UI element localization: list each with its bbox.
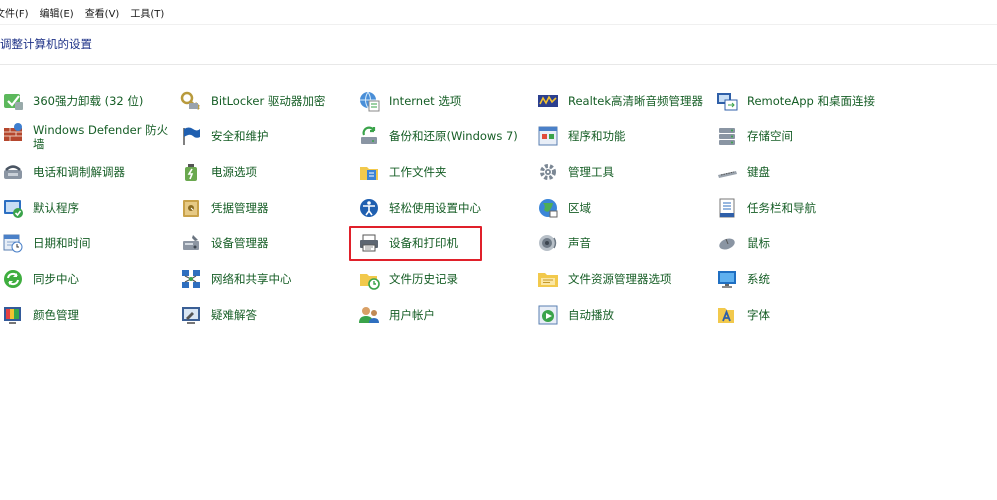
device-manager-icon bbox=[180, 232, 202, 254]
item-phone-modem[interactable]: 电话和调制解调器 bbox=[2, 161, 125, 183]
item-fonts[interactable]: 字体 bbox=[716, 304, 770, 326]
calendar-clock-icon bbox=[2, 232, 24, 254]
item-date-time[interactable]: 日期和时间 bbox=[2, 232, 91, 254]
item-ease-of-access[interactable]: 轻松使用设置中心 bbox=[358, 197, 481, 219]
color-management-icon bbox=[2, 304, 24, 326]
default-programs-icon bbox=[2, 197, 24, 219]
item-work-folders[interactable]: 工作文件夹 bbox=[358, 161, 447, 183]
item-firewall[interactable]: Windows Defender 防火墙 bbox=[2, 122, 173, 151]
troubleshoot-icon bbox=[180, 304, 202, 326]
item-power-options[interactable]: 电源选项 bbox=[180, 161, 257, 183]
firewall-icon bbox=[2, 122, 24, 144]
keyboard-icon bbox=[716, 161, 738, 183]
item-autoplay[interactable]: 自动播放 bbox=[537, 304, 614, 326]
realtek-audio-icon bbox=[537, 90, 559, 112]
item-internet-options[interactable]: Internet 选项 bbox=[358, 90, 461, 112]
sync-icon bbox=[2, 268, 24, 290]
uninstall-icon bbox=[2, 90, 24, 112]
admin-tools-icon bbox=[537, 161, 559, 183]
storage-spaces-icon bbox=[716, 125, 738, 147]
item-color-management[interactable]: 颜色管理 bbox=[2, 304, 79, 326]
folder-options-icon bbox=[537, 268, 559, 290]
remoteapp-icon bbox=[716, 90, 738, 112]
item-admin-tools[interactable]: 管理工具 bbox=[537, 161, 614, 183]
item-network-sharing[interactable]: 网络和共享中心 bbox=[180, 268, 292, 290]
control-panel-grid: 360强力卸载 (32 位) Windows Defender 防火墙 电话和调… bbox=[0, 0, 997, 500]
item-taskbar-navigation[interactable]: 任务栏和导航 bbox=[716, 197, 816, 219]
region-globe-icon bbox=[537, 197, 559, 219]
credential-vault-icon bbox=[180, 197, 202, 219]
file-history-icon bbox=[358, 268, 380, 290]
item-folder-options[interactable]: 文件资源管理器选项 bbox=[537, 268, 672, 290]
autoplay-icon bbox=[537, 304, 559, 326]
flag-icon bbox=[180, 125, 202, 147]
item-remoteapp[interactable]: RemoteApp 和桌面连接 bbox=[716, 90, 875, 112]
system-monitor-icon bbox=[716, 268, 738, 290]
bitlocker-key-icon bbox=[180, 90, 202, 112]
fonts-icon bbox=[716, 304, 738, 326]
programs-features-icon bbox=[537, 125, 559, 147]
item-keyboard[interactable]: 键盘 bbox=[716, 161, 770, 183]
highlight-box-devices-printers bbox=[349, 226, 482, 261]
work-folders-icon bbox=[358, 161, 380, 183]
item-mouse[interactable]: 鼠标 bbox=[716, 232, 770, 254]
ease-of-access-icon bbox=[358, 197, 380, 219]
backup-restore-icon bbox=[358, 125, 380, 147]
internet-options-icon bbox=[358, 90, 380, 112]
item-credential-manager[interactable]: 凭据管理器 bbox=[180, 197, 269, 219]
item-user-accounts[interactable]: 用户帐户 bbox=[358, 304, 435, 326]
item-security-maintenance[interactable]: 安全和维护 bbox=[180, 125, 269, 147]
speaker-icon bbox=[537, 232, 559, 254]
item-realtek-audio[interactable]: Realtek高清晰音频管理器 bbox=[537, 90, 703, 112]
network-icon bbox=[180, 268, 202, 290]
item-uninstaller[interactable]: 360强力卸载 (32 位) bbox=[2, 90, 143, 112]
item-programs-features[interactable]: 程序和功能 bbox=[537, 125, 626, 147]
taskbar-icon bbox=[716, 197, 738, 219]
item-default-programs[interactable]: 默认程序 bbox=[2, 197, 79, 219]
item-device-manager[interactable]: 设备管理器 bbox=[180, 232, 269, 254]
user-accounts-icon bbox=[358, 304, 380, 326]
phone-modem-icon bbox=[2, 161, 24, 183]
item-system[interactable]: 系统 bbox=[716, 268, 770, 290]
item-sync-center[interactable]: 同步中心 bbox=[2, 268, 79, 290]
mouse-icon bbox=[716, 232, 738, 254]
item-storage-spaces[interactable]: 存储空间 bbox=[716, 125, 793, 147]
item-region[interactable]: 区域 bbox=[537, 197, 591, 219]
power-options-icon bbox=[180, 161, 202, 183]
item-backup-restore[interactable]: 备份和还原(Windows 7) bbox=[358, 125, 518, 147]
item-troubleshooting[interactable]: 疑难解答 bbox=[180, 304, 257, 326]
item-sound[interactable]: 声音 bbox=[537, 232, 591, 254]
item-file-history[interactable]: 文件历史记录 bbox=[358, 268, 458, 290]
item-bitlocker[interactable]: BitLocker 驱动器加密 bbox=[180, 90, 325, 112]
